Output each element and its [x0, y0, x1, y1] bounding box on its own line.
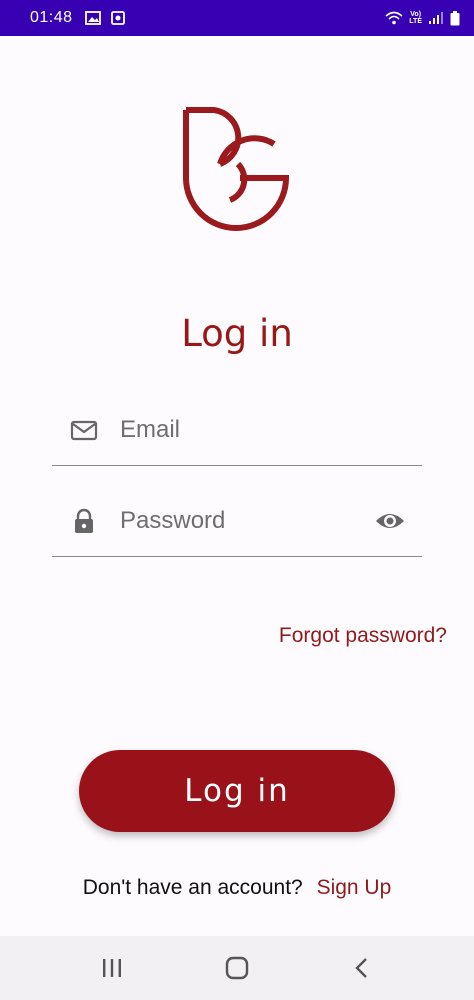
signup-row: Don't have an account? Sign Up	[0, 876, 474, 900]
status-time: 01:48	[30, 9, 73, 26]
wifi-icon	[385, 11, 403, 25]
email-field[interactable]	[52, 406, 422, 466]
login-button[interactable]: Log in	[79, 750, 395, 832]
navigation-bar	[0, 936, 474, 1000]
status-right-icons: Vo) LTE	[385, 10, 460, 26]
eye-icon[interactable]	[374, 505, 406, 537]
back-button[interactable]	[342, 948, 382, 988]
home-icon	[225, 956, 249, 980]
page-title: Log in	[181, 312, 293, 355]
password-input[interactable]	[120, 501, 360, 541]
volte-indicator: Vo) LTE	[409, 11, 422, 25]
back-icon	[354, 958, 367, 978]
forgot-password-link[interactable]: Forgot password?	[279, 624, 447, 648]
lock-icon	[75, 508, 93, 533]
status-bar: 01:48 Vo) LTE	[0, 0, 474, 36]
signup-link[interactable]: Sign Up	[317, 876, 392, 899]
home-button[interactable]	[217, 948, 257, 988]
email-input[interactable]	[120, 410, 360, 450]
brand-logo-icon	[183, 107, 290, 231]
recent-apps-button[interactable]	[92, 948, 132, 988]
gallery-icon	[84, 11, 101, 25]
screenshot-icon	[110, 11, 125, 25]
recent-apps-icon	[103, 959, 122, 977]
battery-icon	[450, 10, 460, 25]
password-field[interactable]	[52, 497, 422, 557]
mail-icon	[70, 420, 98, 441]
status-left-icons	[84, 11, 125, 25]
signal-icon	[429, 12, 443, 24]
signup-prompt: Don't have an account?	[82, 876, 303, 899]
